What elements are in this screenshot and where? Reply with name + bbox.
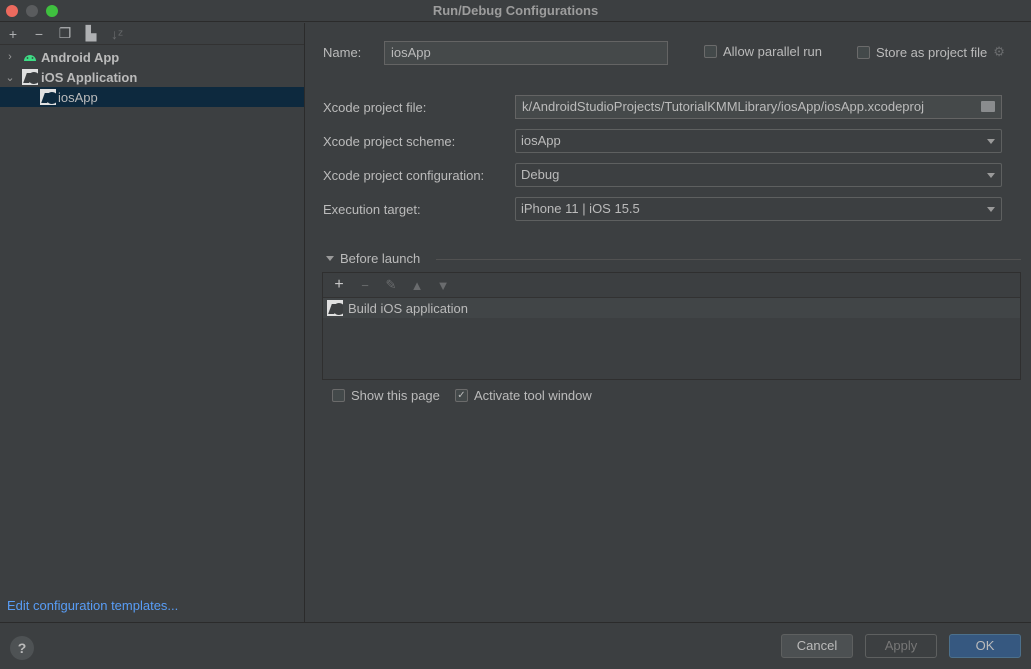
tree-item-label: iOS Application — [41, 69, 138, 85]
window-title: Run/Debug Configurations — [432, 3, 599, 18]
remove-icon[interactable]: − — [357, 278, 373, 293]
section-divider — [436, 259, 1021, 260]
sort-icon[interactable]: ↓ᶻ — [108, 26, 126, 42]
scheme-label: Xcode project scheme: — [323, 134, 456, 149]
android-icon — [22, 49, 38, 65]
chevron-down-icon[interactable]: ⌄ — [3, 71, 17, 84]
collapse-icon[interactable] — [326, 256, 334, 261]
before-launch-task[interactable]: Build iOS application — [323, 298, 1020, 318]
activate-tool-window-checkbox[interactable]: ✓ Activate tool window — [455, 388, 592, 403]
chevron-down-icon — [987, 139, 995, 144]
move-up-icon[interactable]: ▲ — [409, 278, 425, 293]
minimize-window-button[interactable] — [26, 5, 38, 17]
execution-target-dropdown[interactable]: iPhone 11 | iOS 15.5 — [515, 197, 1002, 221]
scheme-value: iosApp — [521, 133, 561, 148]
scheme-dropdown[interactable]: iosApp — [515, 129, 1002, 153]
checkbox-label: Activate tool window — [474, 388, 592, 403]
tree-item-iosapp[interactable]: iosApp — [0, 87, 304, 107]
ok-button[interactable]: OK — [949, 634, 1021, 658]
gear-icon[interactable]: ⚙ — [993, 44, 1005, 60]
tree-item-label: Android App — [41, 49, 120, 65]
chevron-down-icon — [987, 173, 995, 178]
tree-item-android-app[interactable]: › Android App — [0, 47, 304, 67]
dialog-footer: ? Cancel Apply OK — [0, 622, 1031, 669]
folder-icon[interactable] — [981, 101, 995, 112]
copy-icon[interactable]: ❐ — [56, 25, 74, 42]
name-input[interactable]: iosApp — [384, 41, 668, 65]
edit-icon[interactable]: ✎ — [383, 277, 399, 293]
before-launch-toolbar: + − ✎ ▲ ▼ — [323, 273, 1020, 298]
checkbox-label: Store as project file — [876, 44, 988, 60]
help-button[interactable]: ? — [10, 636, 34, 660]
configuration-details: Name: iosApp Allow parallel run Store as… — [306, 23, 1031, 622]
checkbox-label: Allow parallel run — [723, 44, 822, 59]
project-file-label: Xcode project file: — [323, 100, 427, 115]
tree-item-ios-application[interactable]: ⌄ iOS Application — [0, 67, 304, 87]
checkbox-box[interactable] — [332, 389, 345, 402]
task-label: Build iOS application — [348, 300, 468, 316]
show-this-page-checkbox[interactable]: Show this page — [332, 388, 440, 403]
configurations-sidebar: + − ❐ ▙ ↓ᶻ › Android App ⌄ iOS Applicati… — [0, 23, 305, 622]
name-label: Name: — [323, 45, 362, 60]
title-bar: Run/Debug Configurations — [0, 0, 1031, 22]
maximize-window-button[interactable] — [46, 5, 58, 17]
apply-button[interactable]: Apply — [865, 634, 937, 658]
chevron-down-icon — [987, 207, 995, 212]
xcode-icon — [40, 89, 56, 105]
add-icon[interactable]: + — [4, 26, 22, 42]
execution-target-label: Execution target: — [323, 202, 421, 217]
checkbox-box[interactable]: ✓ — [455, 389, 468, 402]
move-down-icon[interactable]: ▼ — [435, 278, 451, 293]
checkbox-box[interactable] — [857, 45, 870, 59]
execution-target-value: iPhone 11 | iOS 15.5 — [521, 201, 640, 216]
project-file-value: k/AndroidStudioProjects/TutorialKMMLibra… — [522, 99, 924, 114]
before-launch-panel: + − ✎ ▲ ▼ Build iOS application — [322, 272, 1021, 380]
configuration-label: Xcode project configuration: — [323, 168, 485, 183]
edit-configuration-templates-link[interactable]: Edit configuration templates... — [7, 598, 178, 613]
cancel-button[interactable]: Cancel — [781, 634, 853, 658]
sidebar-toolbar: + − ❐ ▙ ↓ᶻ — [0, 23, 304, 45]
remove-icon[interactable]: − — [30, 26, 48, 42]
allow-parallel-run-checkbox[interactable]: Allow parallel run — [704, 44, 822, 59]
configuration-dropdown[interactable]: Debug — [515, 163, 1002, 187]
new-folder-icon[interactable]: ▙ — [82, 25, 100, 42]
add-icon[interactable]: + — [331, 276, 347, 294]
close-window-button[interactable] — [6, 5, 18, 17]
xcode-icon — [327, 300, 343, 316]
configuration-tree: › Android App ⌄ iOS Application iosApp — [0, 45, 304, 107]
before-launch-title: Before launch — [340, 251, 421, 266]
store-as-project-file-checkbox[interactable]: Store as project file ⚙ — [857, 44, 1005, 60]
before-launch-header[interactable]: Before launch — [326, 251, 420, 266]
project-file-input[interactable]: k/AndroidStudioProjects/TutorialKMMLibra… — [515, 95, 1002, 119]
configuration-value: Debug — [521, 167, 560, 182]
checkbox-box[interactable] — [704, 45, 717, 58]
xcode-icon — [22, 69, 38, 85]
tree-item-label: iosApp — [58, 89, 98, 105]
checkbox-label: Show this page — [351, 388, 440, 403]
chevron-right-icon[interactable]: › — [3, 51, 17, 63]
